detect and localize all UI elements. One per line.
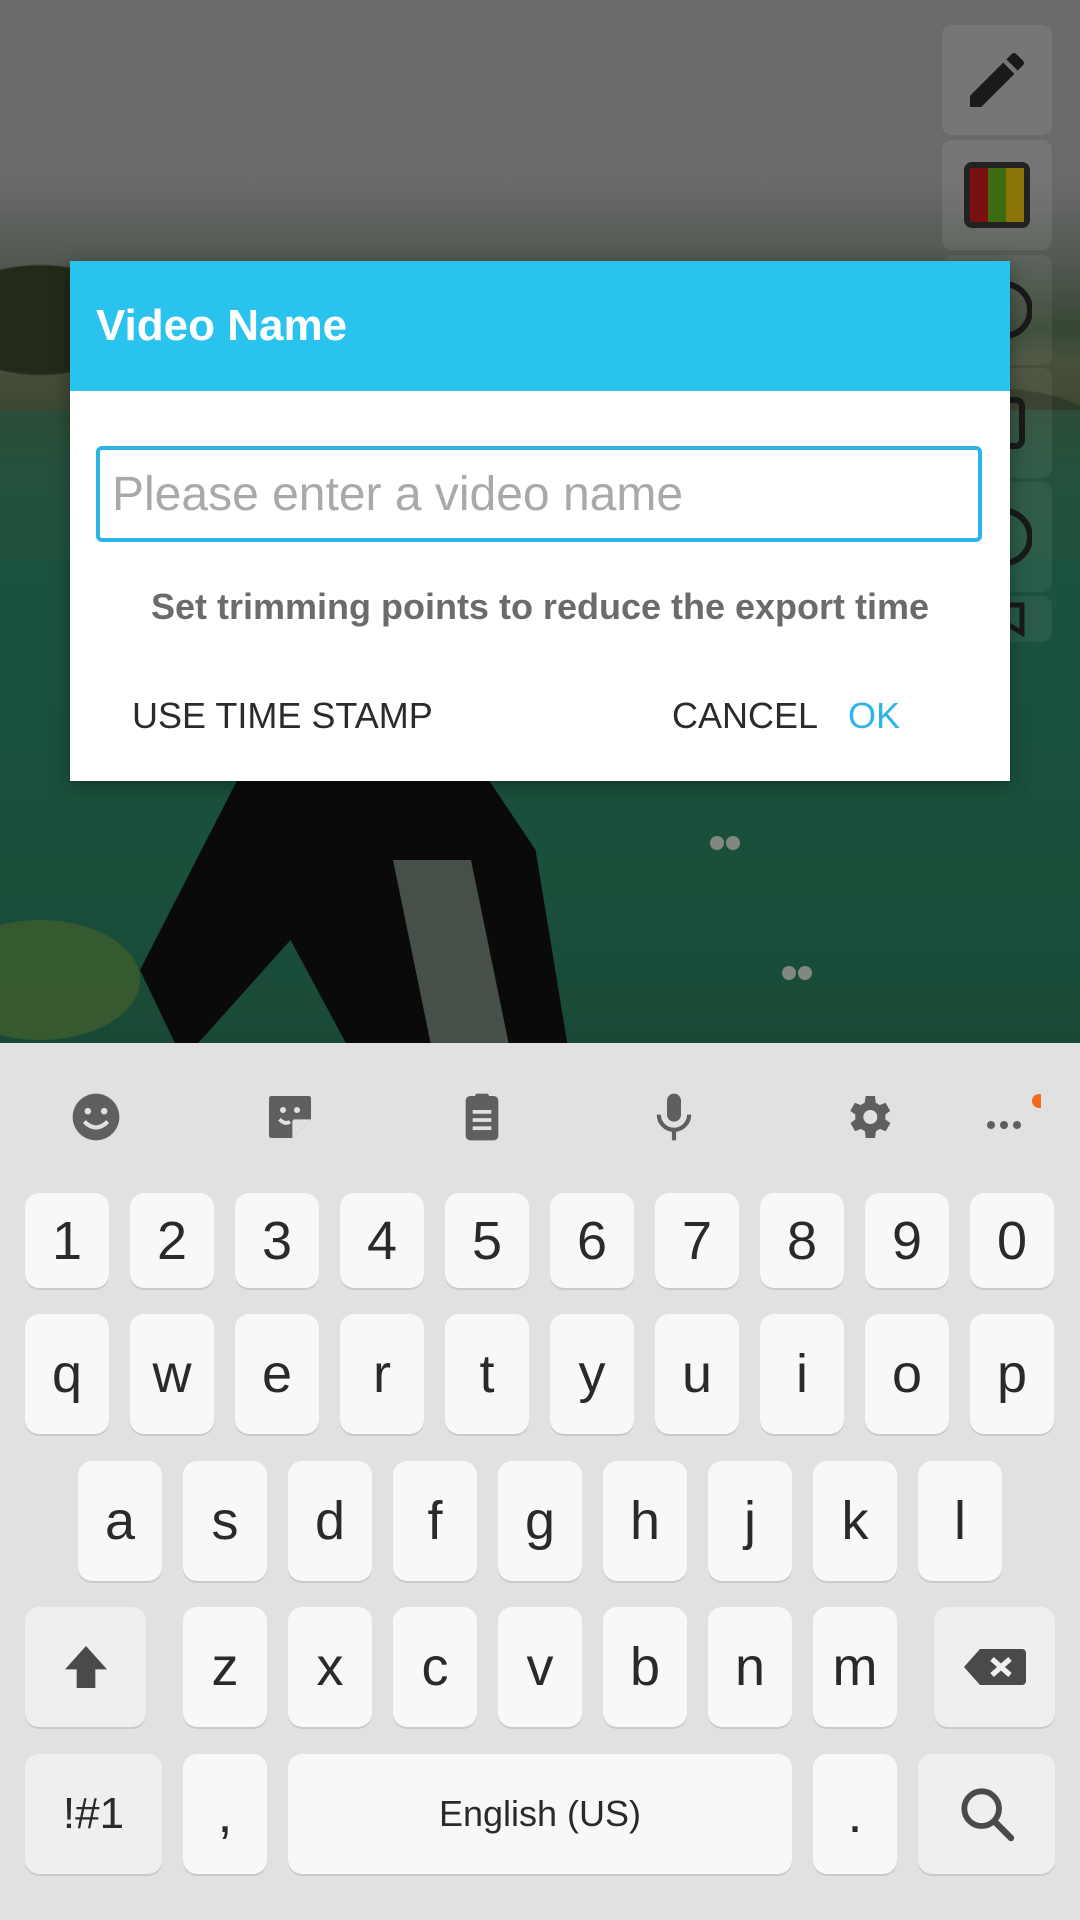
key-r[interactable]: r xyxy=(340,1314,424,1434)
key-o[interactable]: o xyxy=(865,1314,949,1434)
key-4[interactable]: 4 xyxy=(340,1193,424,1288)
video-name-input[interactable] xyxy=(96,446,982,542)
dialog-title: Video Name xyxy=(96,301,348,350)
color-palette-icon xyxy=(964,162,1030,228)
settings-icon xyxy=(850,1096,891,1138)
video-name-dialog: Video Name Set trimming points to reduce… xyxy=(70,261,1010,781)
key-h[interactable]: h xyxy=(603,1461,687,1581)
key-j[interactable]: j xyxy=(708,1461,792,1581)
key-y[interactable]: y xyxy=(550,1314,634,1434)
voice-input-button[interactable] xyxy=(634,1082,714,1152)
key-0[interactable]: 0 xyxy=(970,1193,1054,1288)
clipboard-icon xyxy=(465,1093,499,1141)
pencil-icon xyxy=(970,52,1025,107)
key-f[interactable]: f xyxy=(393,1461,477,1581)
key-b[interactable]: b xyxy=(603,1607,687,1727)
dialog-header: Video Name xyxy=(70,261,1010,391)
cancel-button[interactable]: CANCEL xyxy=(654,681,836,751)
emoji-button[interactable] xyxy=(56,1082,136,1152)
sticker-icon xyxy=(269,1096,311,1138)
key-s[interactable]: s xyxy=(183,1461,267,1581)
symbols-key[interactable]: !#1 xyxy=(25,1754,162,1874)
key-x[interactable]: x xyxy=(288,1607,372,1727)
key-7[interactable]: 7 xyxy=(655,1193,739,1288)
sticker-button[interactable] xyxy=(250,1082,330,1152)
key-5[interactable]: 5 xyxy=(445,1193,529,1288)
color-picker-button[interactable] xyxy=(942,140,1052,250)
key-q[interactable]: q xyxy=(25,1314,109,1434)
backspace-key[interactable] xyxy=(934,1607,1055,1727)
key-t[interactable]: t xyxy=(445,1314,529,1434)
key-9[interactable]: 9 xyxy=(865,1193,949,1288)
key-v[interactable]: v xyxy=(498,1607,582,1727)
key-d[interactable]: d xyxy=(288,1461,372,1581)
key-a[interactable]: a xyxy=(78,1461,162,1581)
key-1[interactable]: 1 xyxy=(25,1193,109,1288)
key-p[interactable]: p xyxy=(970,1314,1054,1434)
backspace-icon xyxy=(963,1649,1026,1685)
key-k[interactable]: k xyxy=(813,1461,897,1581)
clipboard-button[interactable] xyxy=(442,1082,522,1152)
trimming-hint: Set trimming points to reduce the export… xyxy=(150,586,930,627)
key-6[interactable]: 6 xyxy=(550,1193,634,1288)
key-i[interactable]: i xyxy=(760,1314,844,1434)
key-g[interactable]: g xyxy=(498,1461,582,1581)
emoji-icon xyxy=(72,1093,120,1141)
ok-button[interactable]: OK xyxy=(830,681,918,751)
key-u[interactable]: u xyxy=(655,1314,739,1434)
key-m[interactable]: m xyxy=(813,1607,897,1727)
key-2[interactable]: 2 xyxy=(130,1193,214,1288)
space-bar[interactable]: English (US) xyxy=(288,1754,792,1874)
use-time-stamp-button[interactable]: USE TIME STAMP xyxy=(114,681,451,751)
key-8[interactable]: 8 xyxy=(760,1193,844,1288)
key-z[interactable]: z xyxy=(183,1607,267,1727)
more-options-button[interactable] xyxy=(966,1082,1046,1152)
key-c[interactable]: c xyxy=(393,1607,477,1727)
key-w[interactable]: w xyxy=(130,1314,214,1434)
microphone-icon xyxy=(656,1093,692,1141)
period-key[interactable]: . xyxy=(813,1754,897,1874)
search-key[interactable] xyxy=(918,1754,1055,1874)
pencil-tool-button[interactable] xyxy=(942,25,1052,135)
shift-arrow-icon xyxy=(64,1646,107,1688)
notification-dot xyxy=(1032,1094,1041,1108)
more-icon xyxy=(987,1094,1041,1129)
keyboard-settings-button[interactable] xyxy=(828,1082,908,1152)
key-n[interactable]: n xyxy=(708,1607,792,1727)
key-3[interactable]: 3 xyxy=(235,1193,319,1288)
search-icon xyxy=(960,1788,1014,1842)
shift-key[interactable] xyxy=(25,1607,146,1727)
comma-key[interactable]: , xyxy=(183,1754,267,1874)
key-l[interactable]: l xyxy=(918,1461,1002,1581)
key-e[interactable]: e xyxy=(235,1314,319,1434)
